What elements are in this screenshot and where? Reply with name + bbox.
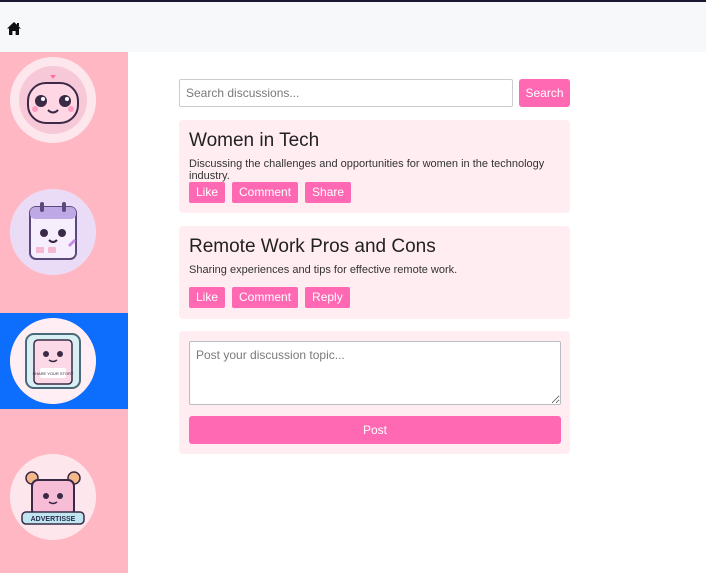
svg-text:ADVERTISSE: ADVERTISSE	[31, 516, 76, 523]
post-button[interactable]: Post	[189, 416, 561, 444]
share-your-story-icon: SHARE YOUR STORY	[10, 318, 96, 404]
search-button[interactable]: Search	[519, 79, 570, 107]
svg-text:SHARE YOUR STORY: SHARE YOUR STORY	[32, 371, 73, 376]
post-topic-textarea[interactable]	[189, 341, 561, 405]
home-icon[interactable]	[7, 22, 21, 35]
sidebar-item-mascot[interactable]	[0, 52, 128, 148]
discussion-description: Discussing the challenges and opportunit…	[189, 158, 545, 182]
discussion-title: Remote Work Pros and Cons	[189, 236, 436, 257]
discussion-title: Women in Tech	[189, 130, 320, 151]
comment-button[interactable]: Comment	[232, 287, 299, 308]
sidebar-item-share-your-story[interactable]: SHARE YOUR STORY	[0, 313, 128, 409]
top-navbar	[0, 2, 706, 52]
discussion-card: Women in Tech Discussing the challenges …	[179, 120, 570, 213]
post-form: Post	[179, 331, 570, 454]
discussion-description: Sharing experiences and tips for effecti…	[189, 264, 458, 276]
advertise-icon: ADVERTISSE	[10, 454, 96, 540]
mascot-face-icon	[10, 57, 96, 143]
discussion-actions: Like Comment Reply	[189, 287, 350, 308]
search-bar: Search	[179, 79, 570, 107]
sidebar: SHARE YOUR STORY ADVERTISSE	[0, 52, 128, 573]
search-input[interactable]	[179, 79, 513, 107]
discussion-actions: Like Comment Share	[189, 182, 352, 203]
sidebar-item-calendar[interactable]	[0, 184, 128, 280]
like-button[interactable]: Like	[189, 182, 226, 203]
calendar-icon	[10, 189, 96, 275]
share-button[interactable]: Share	[305, 182, 352, 203]
sidebar-item-advertise[interactable]: ADVERTISSE	[0, 449, 128, 545]
reply-button[interactable]: Reply	[305, 287, 350, 308]
comment-button[interactable]: Comment	[232, 182, 299, 203]
discussion-card: Remote Work Pros and Cons Sharing experi…	[179, 226, 570, 319]
like-button[interactable]: Like	[189, 287, 226, 308]
